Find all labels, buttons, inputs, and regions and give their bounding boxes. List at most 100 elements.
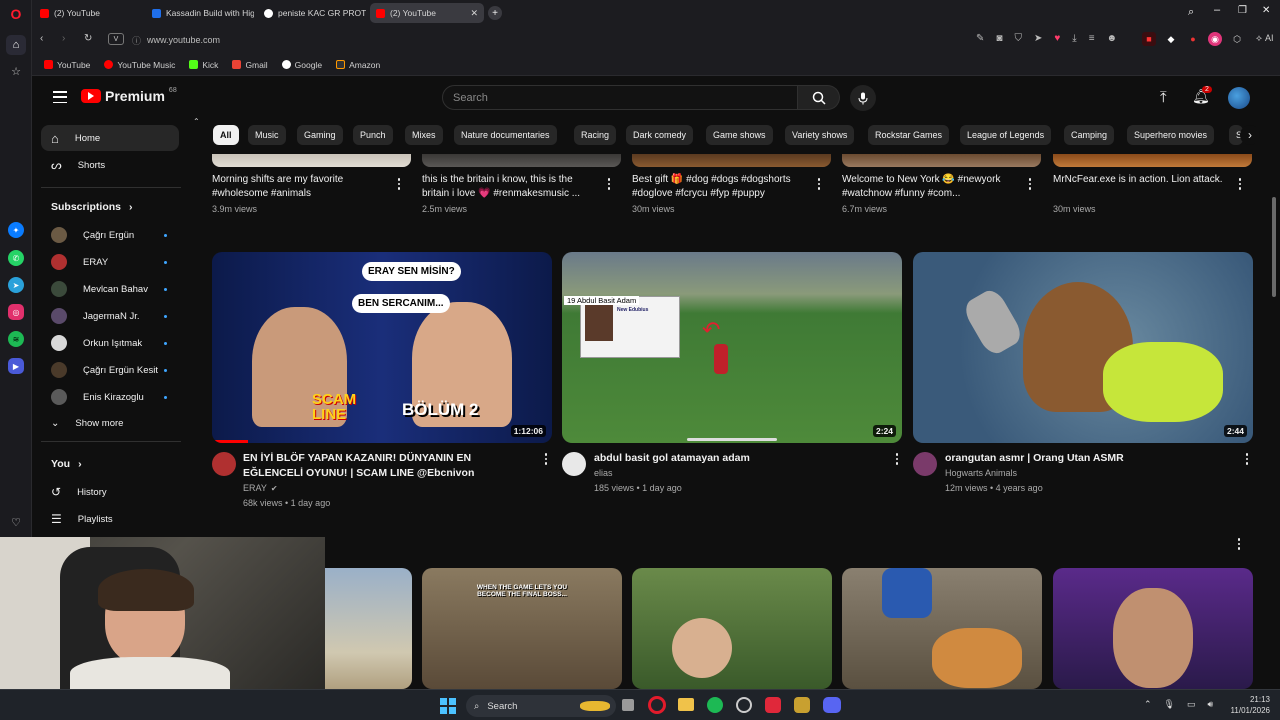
show-more-button[interactable]: ⌄ Show more [41,410,179,436]
channel-avatar[interactable] [562,452,586,476]
messenger-icon[interactable]: ✦ [8,222,24,238]
discord-icon[interactable] [823,697,841,713]
more-options-icon[interactable] [815,177,823,191]
bookmark-kick[interactable]: Kick [189,60,218,70]
short-thumbnail[interactable] [842,154,1041,167]
heart-filled-icon[interactable]: ♥ [1054,33,1060,44]
chip[interactable]: Racing [574,125,617,145]
short-title[interactable]: Welcome to New York 😂 #newyork #watchnow… [842,173,1017,201]
menu-lines-icon[interactable]: ≡ [1089,33,1095,44]
upload-icon[interactable]: ⤒ [1160,89,1167,106]
opera-logo-icon[interactable]: O [6,4,26,24]
extensions-icon[interactable]: ⬡ [1230,32,1244,46]
sidebar-item-subscription[interactable]: Orkun Işıtmak [41,330,179,356]
vpn-icon[interactable]: V [108,33,124,45]
opera-taskbar-icon[interactable] [648,696,666,714]
subscriptions-heading[interactable]: Subscriptions › [51,201,133,213]
tab-kassadin[interactable]: Kassadin Build with High [146,3,254,23]
telegram-icon[interactable]: ➤ [8,277,24,293]
chip-all[interactable]: All [213,125,239,145]
short-title[interactable]: Morning shifts are my favorite #wholesom… [212,173,387,201]
short-thumbnail[interactable]: WHEN THE GAME LETS YOU BECOME THE FINAL … [422,568,622,689]
short-item[interactable]: this is the britain i know, this is the … [422,173,597,214]
network-icon[interactable]: ▭ [1187,699,1196,710]
youtube-logo[interactable]: Premium 68 [81,87,177,104]
bookmark-gmail[interactable]: Gmail [232,60,268,70]
video-thumbnail[interactable]: New Edubius 19 Abdul Basit Adam ↶ 2:24 [562,252,902,443]
chip[interactable]: Nature documentaries [454,125,557,145]
video-thumbnail[interactable]: ERAY SEN MİSİN? BEN SERCANIM... SCAM LIN… [212,252,552,443]
bookmark-google[interactable]: Google [281,60,322,70]
player-icon[interactable]: ▶ [8,358,24,374]
more-options-icon[interactable] [395,177,403,191]
star-icon[interactable]: ☆ [6,61,26,81]
sidebar-item-shorts[interactable]: ᔕ Shorts [41,152,179,178]
extension-4-icon[interactable]: ◉ [1208,32,1222,46]
short-item[interactable]: MrNcFear.exe is in action. Lion attack. … [1053,173,1228,214]
avatar[interactable] [1228,87,1250,109]
ai-label[interactable]: AI [1265,33,1274,44]
search-input[interactable]: Search [442,85,798,110]
sidebar-item-subscription[interactable]: ERAY [41,249,179,275]
short-item[interactable]: Morning shifts are my favorite #wholesom… [212,173,387,214]
tab-youtube-1[interactable]: (2) YouTube [34,3,142,23]
chip[interactable]: Punch [353,125,393,145]
tab-protein[interactable]: peniste KAC GR PROTEIN [258,3,366,23]
home-icon[interactable]: ⌂ [6,35,26,55]
chip[interactable]: Gaming [297,125,343,145]
maximize-icon[interactable]: ❐ [1238,5,1247,16]
video-thumbnail[interactable]: 2:44 [913,252,1253,443]
short-title[interactable]: Best gift 🎁 #dog #dogs #dogshorts #doglo… [632,173,807,201]
more-options-icon[interactable] [893,452,901,466]
scroll-up-icon[interactable]: ⌃ [193,117,200,126]
reload-icon[interactable]: ↻ [84,33,92,44]
sidebar-item-subscription[interactable]: Çağrı Ergün [41,222,179,248]
chip[interactable]: Mixes [405,125,443,145]
channel-avatar[interactable] [212,452,236,476]
back-icon[interactable]: ‹ [40,33,43,44]
task-view-icon[interactable] [622,699,634,711]
short-thumbnail[interactable] [422,154,621,167]
chip[interactable]: Game shows [706,125,773,145]
close-tab-icon[interactable]: ✕ [470,8,478,19]
chevron-up-icon[interactable]: ⌃ [1144,699,1152,710]
camera-icon[interactable]: ◙ [996,33,1002,44]
sidebar-item-subscription[interactable]: Enis Kirazoglu [41,384,179,410]
video-title[interactable]: EN İYİ BLÖF YAPAN KAZANIR! DÜNYANIN EN E… [243,451,518,481]
windows-start-icon[interactable] [440,698,456,714]
heart-icon[interactable]: ♡ [6,512,26,532]
bookmark-youtube[interactable]: YouTube [44,60,90,70]
short-thumbnail[interactable] [632,568,832,689]
hamburger-menu-icon[interactable] [53,91,67,103]
short-thumbnail[interactable] [842,568,1042,689]
channel-name[interactable]: ERAY [243,481,267,496]
more-options-icon[interactable] [1243,452,1251,466]
chip[interactable]: Music [248,125,286,145]
search-button[interactable] [798,85,840,110]
video-title[interactable]: abdul basit gol atamayan adam [594,451,869,466]
short-thumbnail[interactable] [212,154,411,167]
short-thumbnail[interactable] [1053,568,1253,689]
short-item[interactable]: Welcome to New York 😂 #newyork #watchnow… [842,173,1017,214]
chip[interactable]: Camping [1064,125,1115,145]
tab-youtube-active[interactable]: (2) YouTube ✕ [370,3,484,23]
short-thumbnail[interactable] [632,154,831,167]
new-tab-button[interactable]: + [488,6,502,20]
bookmark-youtube-music[interactable]: YouTube Music [104,60,175,70]
clock[interactable]: 21:13 11/01/2026 [1222,694,1270,716]
more-options-icon[interactable] [1026,177,1034,191]
more-options-icon[interactable] [605,177,613,191]
chip[interactable]: Dark comedy [626,125,694,145]
you-heading[interactable]: You › [51,458,82,470]
short-item[interactable]: Best gift 🎁 #dog #dogs #dogshorts #doglo… [632,173,807,214]
spotify-icon[interactable] [707,697,723,713]
sidebar-item-playlists[interactable]: ☰ Playlists [41,506,179,532]
spotify-icon[interactable]: ≋ [8,331,24,347]
short-title[interactable]: MrNcFear.exe is in action. Lion attack. [1053,173,1228,201]
scrollbar-thumb[interactable] [1272,197,1276,297]
send-icon[interactable]: ➤ [1034,33,1042,44]
app-icon[interactable] [794,697,810,713]
file-explorer-icon[interactable] [678,698,694,711]
channel-name[interactable]: elias [594,466,869,481]
voice-search-button[interactable] [850,85,876,111]
